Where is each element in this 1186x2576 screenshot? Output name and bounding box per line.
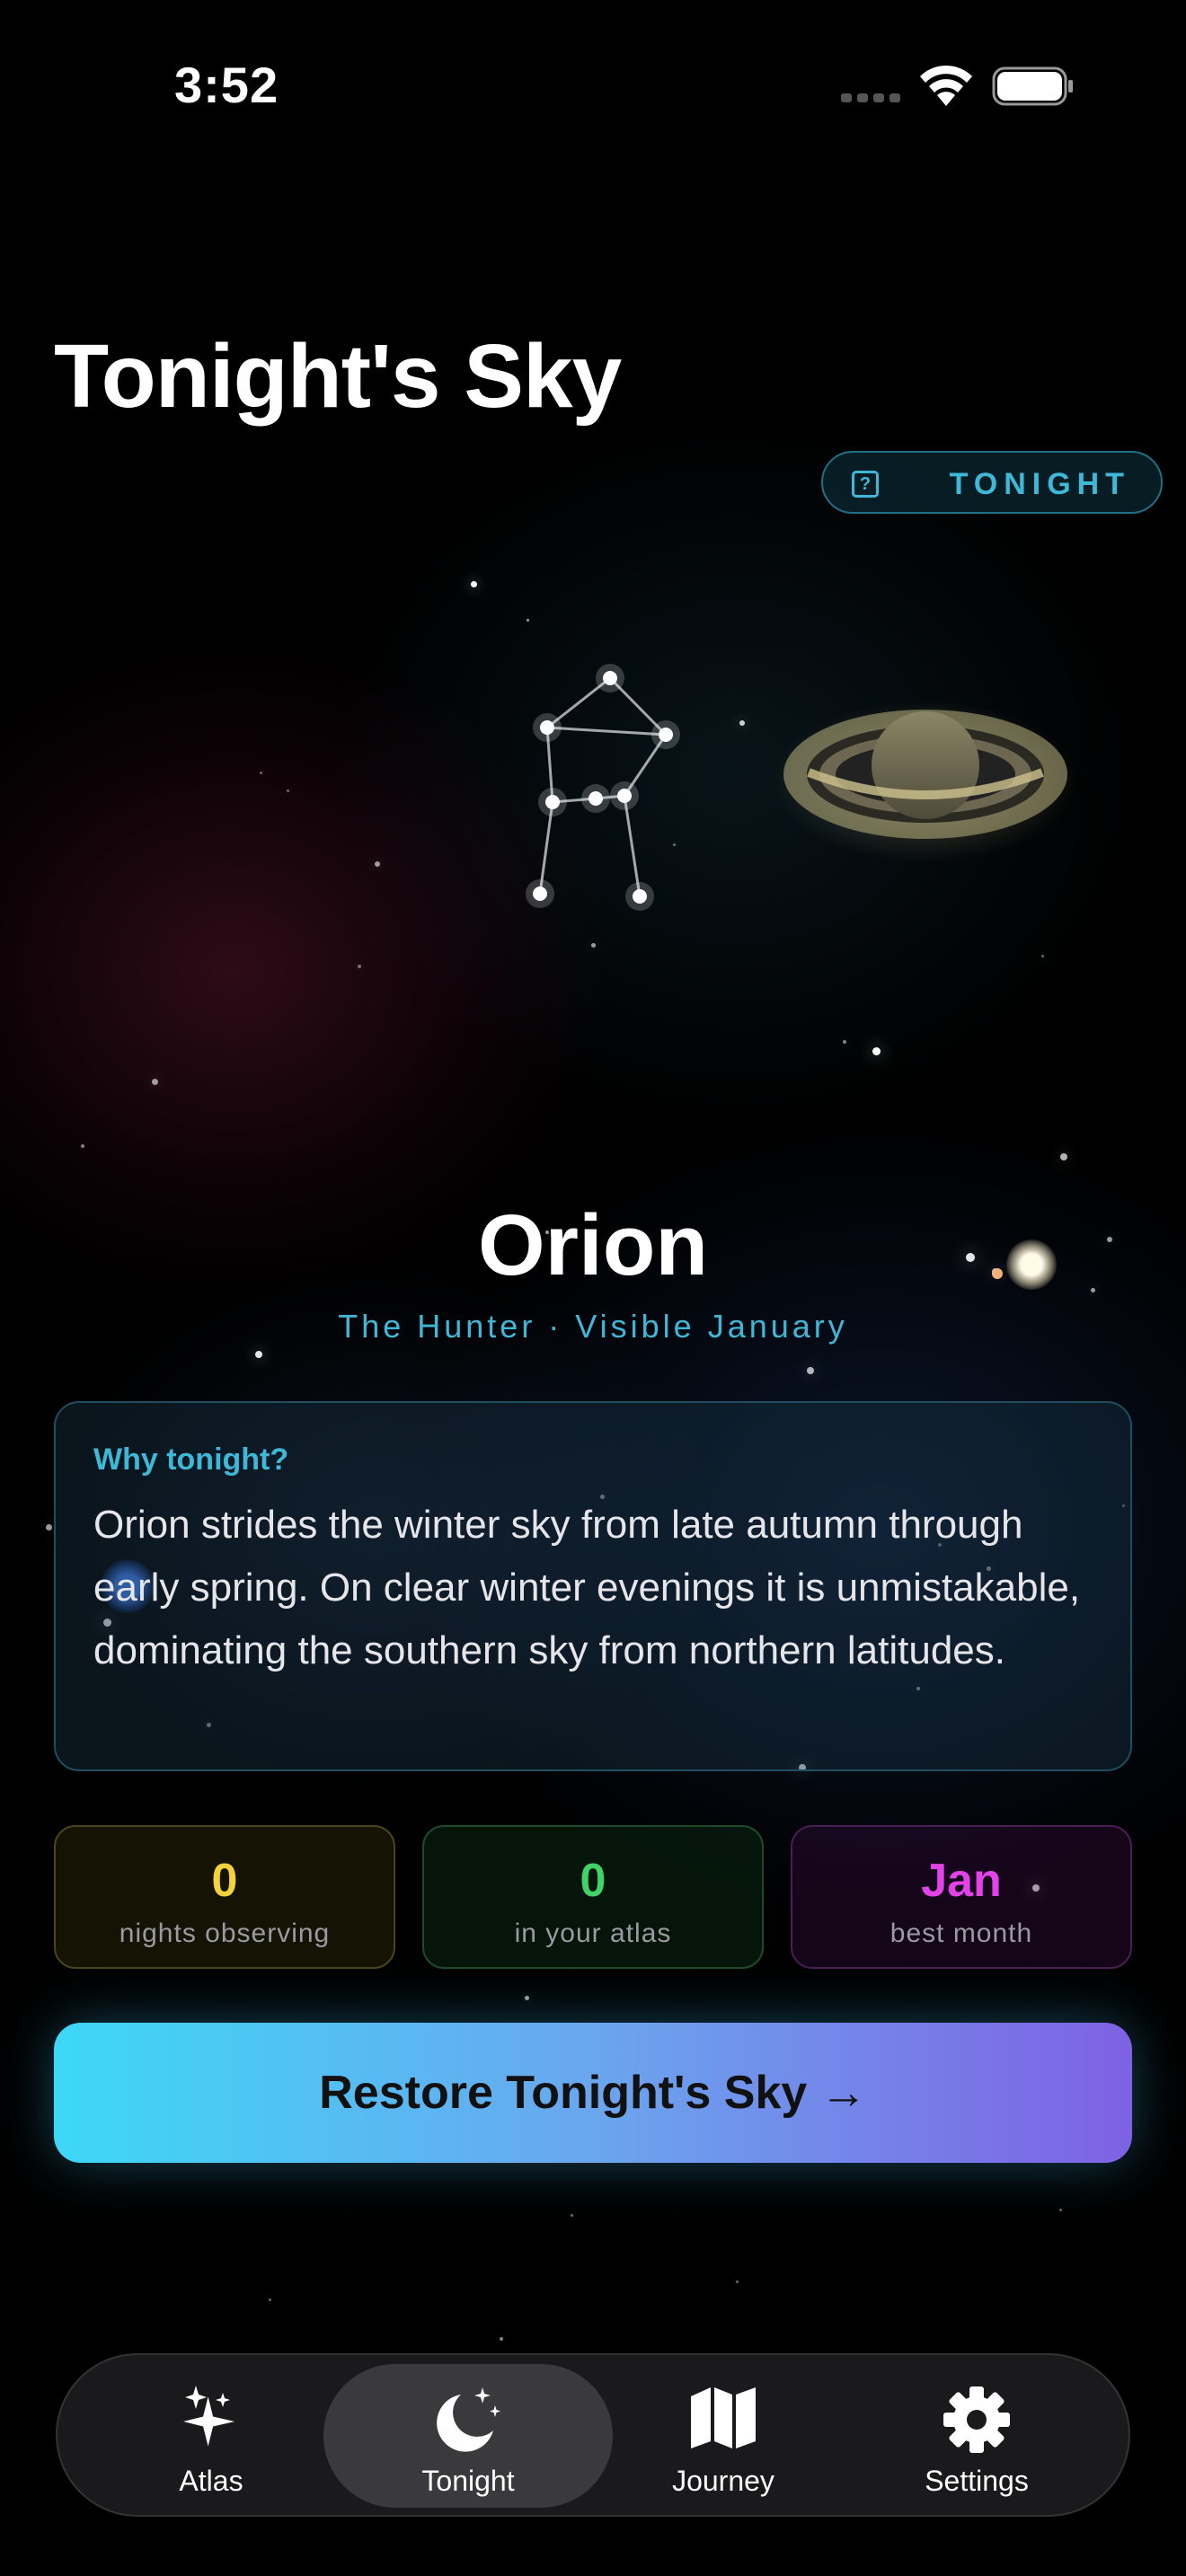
tab-journey[interactable]: Journey xyxy=(579,2364,868,2508)
star xyxy=(735,2280,739,2283)
sparkles-icon xyxy=(183,2386,235,2447)
tab-tonight[interactable]: Tonight xyxy=(323,2364,613,2508)
tab-label: Atlas xyxy=(179,2465,243,2497)
stat-best-month: Jan best month xyxy=(791,1825,1132,1969)
star xyxy=(590,942,596,948)
star xyxy=(526,618,529,622)
tab-label: Tonight xyxy=(421,2465,515,2497)
star xyxy=(872,1046,881,1055)
why-tonight-card: Why tonight? Orion strides the winter sk… xyxy=(54,1401,1132,1771)
star xyxy=(45,1523,52,1531)
saturn-planet-illustration xyxy=(773,701,1078,862)
constellation-name: Orion xyxy=(478,1197,708,1293)
map-icon xyxy=(691,2387,756,2448)
star xyxy=(255,1351,262,1358)
star xyxy=(1060,1153,1067,1160)
help-icon: ? xyxy=(852,471,879,498)
star xyxy=(259,771,262,774)
constellation-subtitle: The Hunter · Visible January xyxy=(338,1308,848,1345)
tab-settings[interactable]: Settings xyxy=(832,2364,1121,2508)
tonight-badge-label: TONIGHT xyxy=(949,467,1130,501)
tab-label: Journey xyxy=(672,2465,774,2497)
star xyxy=(500,2337,503,2341)
cellular-signal-icon xyxy=(841,93,902,102)
tab-atlas[interactable]: Atlas xyxy=(66,2364,356,2508)
star xyxy=(375,861,380,867)
star xyxy=(843,1040,846,1044)
star xyxy=(81,1144,84,1148)
moon-stars-icon xyxy=(437,2387,500,2452)
stat-value: Jan xyxy=(921,1855,1002,1907)
stat-nights-observing: 0 nights observing xyxy=(54,1825,395,1969)
star xyxy=(1058,2208,1062,2211)
tab-bar: Atlas Tonight Journey Settings xyxy=(56,2353,1130,2517)
star xyxy=(524,1995,529,2000)
gear-icon xyxy=(943,2386,1010,2453)
star xyxy=(570,2213,573,2217)
star xyxy=(151,1078,158,1085)
star xyxy=(807,1367,814,1374)
stat-label: nights observing xyxy=(119,1919,331,1948)
star xyxy=(286,789,289,792)
why-tonight-body: Orion strides the winter sky from late a… xyxy=(93,1503,1081,1672)
restore-tonights-sky-button[interactable]: Restore Tonight's Sky → xyxy=(54,2023,1132,2163)
stat-value: 0 xyxy=(580,1855,606,1907)
stat-value: 0 xyxy=(211,1855,238,1907)
tonight-badge-button[interactable]: ? TONIGHT xyxy=(821,451,1163,514)
status-time: 3:52 xyxy=(174,57,279,113)
star xyxy=(739,720,745,726)
battery-icon xyxy=(992,66,1073,106)
star xyxy=(1040,954,1044,957)
orion-constellation-illustration xyxy=(526,664,680,911)
star xyxy=(470,580,477,587)
wifi-icon xyxy=(920,65,972,106)
stat-label: in your atlas xyxy=(514,1919,672,1948)
stat-in-atlas: 0 in your atlas xyxy=(422,1825,764,1969)
tab-label: Settings xyxy=(925,2465,1029,2497)
star xyxy=(358,965,361,968)
why-tonight-title: Why tonight? xyxy=(93,1442,289,1477)
page-title: Tonight's Sky xyxy=(54,326,622,427)
stat-label: best month xyxy=(890,1919,1033,1948)
star xyxy=(268,2298,271,2301)
